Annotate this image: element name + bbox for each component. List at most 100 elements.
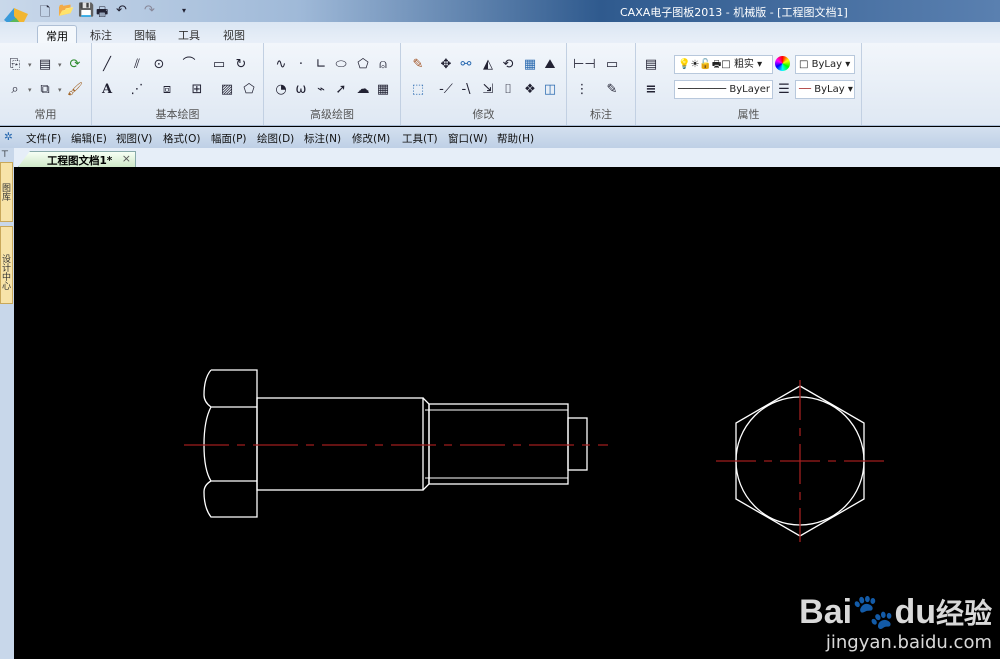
lineweight-combo[interactable]: ── ByLay ▾ bbox=[795, 80, 855, 99]
tab-common[interactable]: 常用 bbox=[37, 25, 77, 43]
menu-sheet[interactable]: 幅面(P) bbox=[211, 131, 247, 146]
line-icon[interactable]: ╱ bbox=[98, 56, 116, 74]
arc-icon[interactable]: ⌒ bbox=[180, 56, 198, 74]
explode-icon[interactable]: ❖ bbox=[521, 81, 539, 99]
paste-icon[interactable]: ▤ bbox=[36, 56, 54, 74]
bolt-tip bbox=[567, 417, 588, 471]
rotate-icon[interactable]: ⟲ bbox=[499, 56, 517, 74]
menu-format[interactable]: 格式(O) bbox=[163, 131, 200, 146]
polyline-icon[interactable]: ↻ bbox=[232, 56, 250, 74]
group-basic-draw: ╱ ⫽ ⊙ ⌒ ▭ ↻ A ⋰ ⧈ ⊞ ▨ ⬠ 基本绘图 bbox=[92, 43, 264, 125]
text-icon[interactable]: A bbox=[98, 81, 116, 99]
format-painter-icon[interactable]: 🖌 bbox=[66, 81, 84, 99]
delete-icon[interactable]: ✎ bbox=[409, 56, 427, 74]
tab-annotate[interactable]: 标注 bbox=[82, 25, 120, 43]
centerline-icon[interactable]: ⋰ bbox=[128, 81, 146, 99]
tolerance-icon[interactable]: ▭ bbox=[603, 56, 621, 74]
circle-tangent-icon[interactable]: ◔ bbox=[272, 81, 290, 99]
side-tab-design-center[interactable]: 设计中心 bbox=[0, 226, 13, 304]
select-icon[interactable]: ⬚ bbox=[409, 81, 427, 99]
circle-icon[interactable]: ⊙ bbox=[150, 56, 168, 74]
close-tab-icon[interactable]: × bbox=[122, 152, 131, 165]
menu-tools[interactable]: 工具(T) bbox=[402, 131, 438, 146]
point-icon[interactable]: · bbox=[292, 56, 310, 74]
coordinate-dim-icon[interactable]: ⋮ bbox=[573, 81, 591, 99]
scale-icon[interactable]: ⇲ bbox=[479, 81, 497, 99]
group-modify: ✎ ✥ ⚯ ◭ ⟲ ▦ ⛰ ⬚ -⟋ -\ ⇲ ⌷ ❖ ◫ 修改 bbox=[401, 43, 567, 125]
arrow-icon[interactable]: ➚ bbox=[332, 81, 350, 99]
offset-icon[interactable]: ◫ bbox=[541, 81, 559, 99]
document-tab-bar bbox=[14, 148, 1000, 167]
rectangle-icon[interactable]: ▭ bbox=[210, 56, 228, 74]
tab-view[interactable]: 视图 bbox=[215, 25, 253, 43]
menu-file[interactable]: 文件(F) bbox=[26, 131, 61, 146]
region-icon[interactable]: ⬠ bbox=[240, 81, 258, 99]
customize-qa-icon[interactable]: ▾ bbox=[182, 6, 186, 15]
cloud-icon[interactable]: ☁ bbox=[354, 81, 372, 99]
text-edit-icon[interactable]: ✎ bbox=[603, 81, 621, 99]
layer-manager-icon[interactable]: ▤ bbox=[642, 56, 660, 74]
hatch-icon[interactable]: ▨ bbox=[218, 81, 236, 99]
properties-icon[interactable]: ⧉ bbox=[36, 81, 54, 99]
watermark-url: jingyan.baidu.com bbox=[825, 632, 992, 653]
window-title: CAXA电子图板2013 - 机械版 - [工程图文档1] bbox=[620, 6, 848, 19]
break-line-icon[interactable]: ⌁ bbox=[312, 81, 330, 99]
menu-annotate[interactable]: 标注(N) bbox=[304, 131, 341, 146]
menu-draw[interactable]: 绘图(D) bbox=[257, 131, 294, 146]
hole-icon[interactable]: ⍝ bbox=[374, 56, 392, 74]
tab-sheet[interactable]: 图幅 bbox=[126, 25, 164, 43]
stretch-icon[interactable]: ⛰ bbox=[541, 56, 559, 74]
side-tab-library[interactable]: 图库 bbox=[0, 162, 13, 222]
refresh-icon[interactable]: ⟳ bbox=[66, 56, 84, 74]
trim-icon[interactable]: -⟋ bbox=[437, 81, 455, 99]
zoom-icon[interactable]: ⌕ bbox=[6, 81, 24, 99]
menu-help[interactable]: 帮助(H) bbox=[497, 131, 534, 146]
menu-window[interactable]: 窗口(W) bbox=[448, 131, 488, 146]
spline-icon[interactable]: ∿ bbox=[272, 56, 290, 74]
menu-edit[interactable]: 编辑(E) bbox=[71, 131, 107, 146]
menu-bar: ✲ 文件(F) 编辑(E) 视图(V) 格式(O) 幅面(P) 绘图(D) 标注… bbox=[0, 127, 1000, 148]
linetype-combo[interactable]: ──────── ByLayer ▾ bbox=[674, 80, 773, 99]
bolt-thread bbox=[428, 403, 569, 485]
drawing-canvas[interactable]: Bai🐾du经验 jingyan.baidu.com bbox=[14, 167, 1000, 659]
color-combo[interactable]: □ ByLay ▾ bbox=[795, 55, 855, 74]
watermark-brand-a: Bai bbox=[799, 593, 853, 631]
menu-view[interactable]: 视图(V) bbox=[116, 131, 152, 146]
copy-icon[interactable]: ⎘ bbox=[6, 56, 24, 74]
open-icon[interactable]: 📂 bbox=[58, 3, 74, 18]
mirror-icon[interactable]: ◭ bbox=[479, 56, 497, 74]
move-icon[interactable]: ✥ bbox=[437, 56, 455, 74]
linetype-manager-icon[interactable]: ☰ bbox=[775, 81, 793, 99]
pin-icon[interactable]: ⊤ bbox=[1, 150, 9, 160]
redo-icon[interactable]: ↷ bbox=[144, 3, 155, 18]
tab-tools[interactable]: 工具 bbox=[170, 25, 208, 43]
insert-icon[interactable]: ⊞ bbox=[188, 81, 206, 99]
wave-icon[interactable]: ω bbox=[292, 81, 310, 99]
chamfer-icon[interactable]: ⌷ bbox=[499, 81, 517, 99]
menu-modify[interactable]: 修改(M) bbox=[352, 131, 390, 146]
group-dimension: ⊢⊣ ▭ ⋮ ✎ 标注 bbox=[567, 43, 636, 125]
ellipse-icon[interactable]: ⬭ bbox=[332, 56, 350, 74]
group-label: 常用 bbox=[34, 108, 57, 121]
bolt-shank bbox=[256, 397, 424, 491]
array-icon[interactable]: ▦ bbox=[521, 56, 539, 74]
save-icon[interactable]: 💾 bbox=[78, 3, 94, 18]
color-wheel-icon[interactable] bbox=[775, 56, 790, 71]
copy-objects-icon[interactable]: ⚯ bbox=[457, 56, 475, 74]
dimension-icon[interactable]: ⊢⊣ bbox=[573, 56, 596, 74]
group-label: 基本绘图 bbox=[155, 108, 200, 121]
undo-icon[interactable]: ↶ bbox=[116, 3, 127, 18]
image-icon[interactable]: ▦ bbox=[374, 81, 392, 99]
extend-icon[interactable]: -\ bbox=[457, 81, 475, 99]
parallel-line-icon[interactable]: ⫽ bbox=[128, 56, 146, 74]
block-icon[interactable]: ⧈ bbox=[158, 81, 176, 99]
ribbon-tabs: 常用 标注 图幅 工具 视图 bbox=[0, 22, 1000, 43]
polygon-icon[interactable]: ⬠ bbox=[354, 56, 372, 74]
group-properties: ▤ 💡☀🔓🖶□ 粗实 ▾ □ ByLay ▾ ≡ ──────── ByLaye… bbox=[636, 43, 862, 125]
document-tab[interactable]: 工程图文档1* × bbox=[18, 151, 136, 167]
paw-icon: 🐾 bbox=[852, 593, 895, 631]
app-menu-icon[interactable]: ✲ bbox=[4, 131, 13, 143]
layer-combo[interactable]: 💡☀🔓🖶□ 粗实 ▾ bbox=[674, 55, 773, 74]
lineweight-icon[interactable]: ≡ bbox=[642, 81, 660, 99]
angle-icon[interactable]: ∟ bbox=[312, 56, 330, 74]
